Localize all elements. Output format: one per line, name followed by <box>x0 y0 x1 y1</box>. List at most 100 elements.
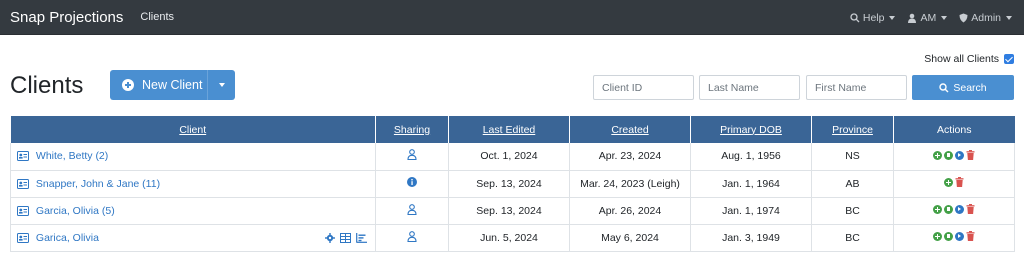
user-icon <box>908 13 917 23</box>
sharing-cell <box>375 224 449 252</box>
dob-cell: Jan. 3, 1949 <box>690 224 812 252</box>
nav-link-clients[interactable]: Clients <box>140 11 174 23</box>
brand-link[interactable]: Snap Projections <box>10 9 123 26</box>
forward-arrow-icon[interactable] <box>944 150 953 160</box>
last-edited-cell: Sep. 13, 2024 <box>448 197 570 225</box>
dob-cell: Jan. 1, 1974 <box>690 197 812 225</box>
bar-chart-icon[interactable] <box>356 232 367 243</box>
province-cell: BC <box>811 224 894 252</box>
column-header-actions: Actions <box>893 116 1015 143</box>
client-card-icon <box>17 232 29 243</box>
transfer-arrow-icon[interactable] <box>955 204 964 214</box>
client-card-icon <box>17 205 29 216</box>
page-title: Clients <box>10 72 84 99</box>
nav-right-menu: Help AM Admin <box>850 0 1012 35</box>
chevron-down-icon <box>218 83 225 87</box>
transfer-arrow-icon[interactable] <box>955 150 964 160</box>
actions-cell <box>893 143 1015 171</box>
add-plus-icon[interactable] <box>944 177 953 187</box>
user-menu[interactable]: AM <box>907 11 948 24</box>
column-header-created[interactable]: Created <box>569 116 691 143</box>
forward-arrow-icon[interactable] <box>944 204 953 214</box>
client-link[interactable]: Garcia, Olivia (5) <box>36 205 115 217</box>
add-plus-icon[interactable] <box>933 204 942 214</box>
transfer-arrow-icon[interactable] <box>955 231 964 241</box>
last-edited-cell: Jun. 5, 2024 <box>448 224 570 252</box>
trash-icon[interactable] <box>955 177 964 188</box>
gear-icon[interactable] <box>325 232 335 243</box>
table-row: Garica, Olivia Jun. 5, 2024 May 6, 2024 … <box>10 224 1015 252</box>
created-cell: Apr. 26, 2024 <box>569 197 691 225</box>
table-header-row: Client Sharing Last Edited Created Prima… <box>10 116 1015 143</box>
client-link[interactable]: Garica, Olivia <box>36 232 99 244</box>
user-label: AM <box>920 11 937 24</box>
row-tools <box>325 232 367 243</box>
client-cell: Garcia, Olivia (5) <box>10 197 376 225</box>
last-edited-cell: Oct. 1, 2024 <box>448 143 570 171</box>
column-header-primary-dob[interactable]: Primary DOB <box>690 116 812 143</box>
client-id-input[interactable] <box>593 75 694 100</box>
created-cell: May 6, 2024 <box>569 224 691 252</box>
actions-cell <box>893 224 1015 252</box>
clients-table: Client Sharing Last Edited Created Prima… <box>10 116 1015 252</box>
chevron-down-icon <box>889 15 896 20</box>
person-icon[interactable] <box>407 203 417 215</box>
table-row: Garcia, Olivia (5) Sep. 13, 2024 Apr. 26… <box>10 197 1015 225</box>
client-link[interactable]: White, Betty (2) <box>36 150 108 162</box>
province-cell: NS <box>811 143 894 171</box>
actions-cell <box>893 170 1015 198</box>
province-cell: BC <box>811 197 894 225</box>
person-icon[interactable] <box>407 230 417 242</box>
search-icon <box>939 82 949 92</box>
table-icon[interactable] <box>340 232 351 243</box>
add-plus-icon[interactable] <box>933 231 942 241</box>
column-header-province[interactable]: Province <box>811 116 894 143</box>
table-row: Snapper, John & Jane (11) Sep. 13, 2024 … <box>10 170 1015 198</box>
client-cell: Snapper, John & Jane (11) <box>10 170 376 198</box>
first-name-input[interactable] <box>806 75 907 100</box>
admin-label: Admin <box>971 11 1001 24</box>
search-button-label: Search <box>953 81 987 94</box>
sharing-cell <box>375 170 449 198</box>
person-icon[interactable] <box>407 149 417 161</box>
new-client-button[interactable]: New Client <box>110 70 235 100</box>
last-edited-cell: Sep. 13, 2024 <box>448 170 570 198</box>
trash-icon[interactable] <box>966 204 975 215</box>
help-menu[interactable]: Help <box>850 12 896 24</box>
column-header-client[interactable]: Client <box>10 116 376 143</box>
sharing-cell <box>375 143 449 171</box>
last-name-input[interactable] <box>699 75 800 100</box>
chevron-down-icon <box>941 15 948 20</box>
trash-icon[interactable] <box>966 150 975 160</box>
add-plus-icon[interactable] <box>933 150 942 160</box>
client-cell: White, Betty (2) <box>10 143 376 171</box>
column-header-sharing[interactable]: Sharing <box>375 116 449 143</box>
show-all-checkbox[interactable] <box>1004 54 1014 64</box>
actions-cell <box>893 197 1015 225</box>
help-label: Help <box>862 11 885 24</box>
trash-icon[interactable] <box>966 231 975 242</box>
client-link[interactable]: Snapper, John & Jane (11) <box>36 178 160 190</box>
new-client-label: New Client <box>142 78 203 92</box>
client-card-icon <box>17 178 29 189</box>
client-cell: Garica, Olivia <box>10 224 376 252</box>
top-navbar: Snap Projections Clients Help AM Admin <box>0 0 1024 35</box>
plus-circle-icon <box>122 79 134 91</box>
shield-icon <box>959 13 968 22</box>
info-icon[interactable] <box>407 177 417 187</box>
admin-menu[interactable]: Admin <box>959 12 1012 24</box>
forward-arrow-icon[interactable] <box>944 231 953 241</box>
created-cell: Mar. 24, 2023 (Leigh) <box>569 170 691 198</box>
dob-cell: Aug. 1, 1956 <box>690 143 812 171</box>
sharing-cell <box>375 197 449 225</box>
client-card-icon <box>17 151 29 162</box>
dob-cell: Jan. 1, 1964 <box>690 170 812 198</box>
show-all-clients-toggle[interactable]: Show all Clients <box>924 53 1014 65</box>
province-cell: AB <box>811 170 894 198</box>
new-client-dropdown-toggle[interactable] <box>207 70 235 100</box>
column-header-last-edited[interactable]: Last Edited <box>448 116 570 143</box>
chevron-down-icon <box>1006 15 1012 20</box>
created-cell: Apr. 23, 2024 <box>569 143 691 171</box>
search-icon <box>850 12 860 22</box>
search-button[interactable]: Search <box>912 75 1014 100</box>
